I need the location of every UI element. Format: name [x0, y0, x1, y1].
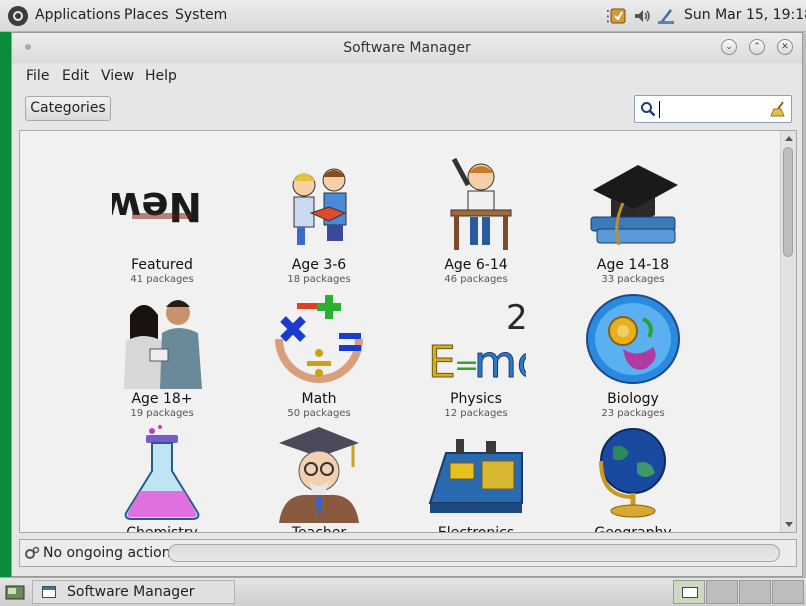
software-manager-window: Software Manager ⌄ ⌃ ✕ File Edit View He…	[11, 32, 803, 577]
category-tile[interactable]: Age 3-6 18 packages	[259, 155, 379, 287]
package-count: 23 packages	[601, 408, 665, 419]
minimize-button[interactable]: ⌄	[721, 39, 737, 55]
category-name: Featured	[131, 257, 193, 273]
search-icon	[641, 102, 656, 117]
bottom-panel: Software Manager	[0, 577, 806, 606]
schoolboy-icon	[450, 157, 512, 250]
progress-bar	[168, 544, 780, 562]
workspace-2[interactable]	[706, 580, 738, 604]
category-name: Age 18+	[131, 391, 193, 407]
system-menu[interactable]: System	[175, 7, 227, 23]
update-notifier-icon[interactable]	[608, 6, 628, 26]
category-grid: New! Featured 41 packages	[19, 130, 797, 533]
package-count: 12 packages	[444, 408, 508, 419]
category-tile[interactable]: Geography	[573, 423, 693, 533]
status-text: No ongoing actions	[43, 545, 178, 561]
titlebar[interactable]: Software Manager ⌄ ⌃ ✕	[12, 33, 802, 63]
desktop-edge	[0, 32, 11, 577]
workspace-3[interactable]	[739, 580, 771, 604]
vertical-scrollbar[interactable]	[780, 131, 796, 532]
category-name: Age 14-18	[596, 257, 670, 273]
taskbar-item-label: Software Manager	[67, 584, 195, 600]
mint-logo-icon[interactable]	[8, 6, 28, 26]
category-name: Teacher	[291, 525, 347, 533]
category-name: Physics	[450, 391, 502, 407]
svg-text:New!: New!	[112, 183, 202, 229]
system-tray: ⋮	[598, 6, 682, 26]
category-tile[interactable]: E = mc 2 Physics 12 packages	[416, 289, 536, 421]
maximize-button[interactable]: ⌃	[749, 39, 765, 55]
menu-view[interactable]: View	[101, 68, 134, 84]
emc2-icon: E = mc 2	[428, 298, 527, 389]
scrollbar-thumb[interactable]	[783, 147, 793, 257]
status-bar: No ongoing actions	[19, 539, 797, 567]
category-name: Electronics	[437, 525, 515, 533]
scroll-up-icon[interactable]	[785, 136, 793, 141]
menu-help[interactable]: Help	[145, 68, 177, 84]
clear-search-icon[interactable]	[769, 100, 787, 118]
gears-icon	[25, 546, 40, 559]
category-tile[interactable]: Chemistry	[102, 423, 222, 533]
category-tile[interactable]: Age 14-18 33 packages	[573, 155, 693, 287]
category-tile[interactable]: Math 50 packages	[259, 289, 379, 421]
featured-icon: New!	[112, 183, 202, 229]
category-name: Chemistry	[126, 525, 198, 533]
package-count: 41 packages	[130, 274, 194, 285]
category-tile[interactable]: Age 18+ 19 packages	[102, 289, 222, 421]
taskbar-item-software-manager[interactable]: Software Manager	[32, 580, 235, 604]
text-cursor	[659, 101, 660, 118]
window-title: Software Manager	[343, 40, 471, 56]
close-button[interactable]: ✕	[777, 39, 793, 55]
category-name: Age 6-14	[444, 257, 508, 273]
applications-menu[interactable]: Applications	[35, 7, 121, 23]
globe-icon	[599, 428, 666, 518]
category-name: Math	[301, 391, 337, 407]
volume-icon[interactable]	[632, 6, 652, 26]
workspace-4[interactable]	[772, 580, 804, 604]
category-tile[interactable]: Teacher	[259, 423, 379, 533]
window-icon	[42, 586, 56, 598]
cell-icon	[586, 294, 680, 384]
math-symbols-icon	[275, 295, 363, 383]
svg-text:2: 2	[506, 298, 526, 338]
clock[interactable]: Sun Mar 15, 19:18	[684, 7, 806, 23]
circuit-icon	[428, 439, 523, 513]
package-count: 46 packages	[444, 274, 508, 285]
kids-reading-icon	[292, 168, 347, 245]
category-name: Geography	[594, 525, 672, 533]
category-tile[interactable]: New! Featured 41 packages	[102, 155, 222, 287]
search-input[interactable]	[634, 95, 792, 123]
top-panel: Applications Places System ⋮ Sun Mar 15,…	[0, 0, 806, 32]
package-count: 18 packages	[287, 274, 351, 285]
package-count: 19 packages	[130, 408, 194, 419]
menu-file[interactable]: File	[26, 68, 49, 84]
flask-icon	[124, 425, 200, 520]
categories-button[interactable]: Categories	[25, 96, 111, 121]
menubar: File Edit View Help	[12, 63, 802, 91]
user-switch-icon[interactable]	[656, 6, 676, 26]
places-menu[interactable]: Places	[124, 7, 169, 23]
package-count: 50 packages	[287, 408, 351, 419]
package-count: 33 packages	[601, 274, 665, 285]
svg-text:mc: mc	[474, 337, 526, 388]
desktop: Applications Places System ⋮ Sun Mar 15,…	[0, 0, 806, 606]
workspace-1[interactable]	[673, 580, 705, 604]
category-tile[interactable]: Age 6-14 46 packages	[416, 155, 536, 287]
graduation-cap-icon	[590, 165, 678, 246]
teacher-icon	[279, 427, 359, 523]
students-icon	[124, 300, 202, 389]
category-name: Biology	[607, 391, 659, 407]
category-tile[interactable]: Electronics	[416, 423, 536, 533]
category-tile[interactable]: Biology 23 packages	[573, 289, 693, 421]
menu-edit[interactable]: Edit	[62, 68, 89, 84]
category-name: Age 3-6	[291, 257, 347, 273]
svg-text:E: E	[428, 337, 456, 388]
show-desktop-icon[interactable]	[5, 583, 25, 601]
scroll-down-icon[interactable]	[785, 522, 793, 527]
